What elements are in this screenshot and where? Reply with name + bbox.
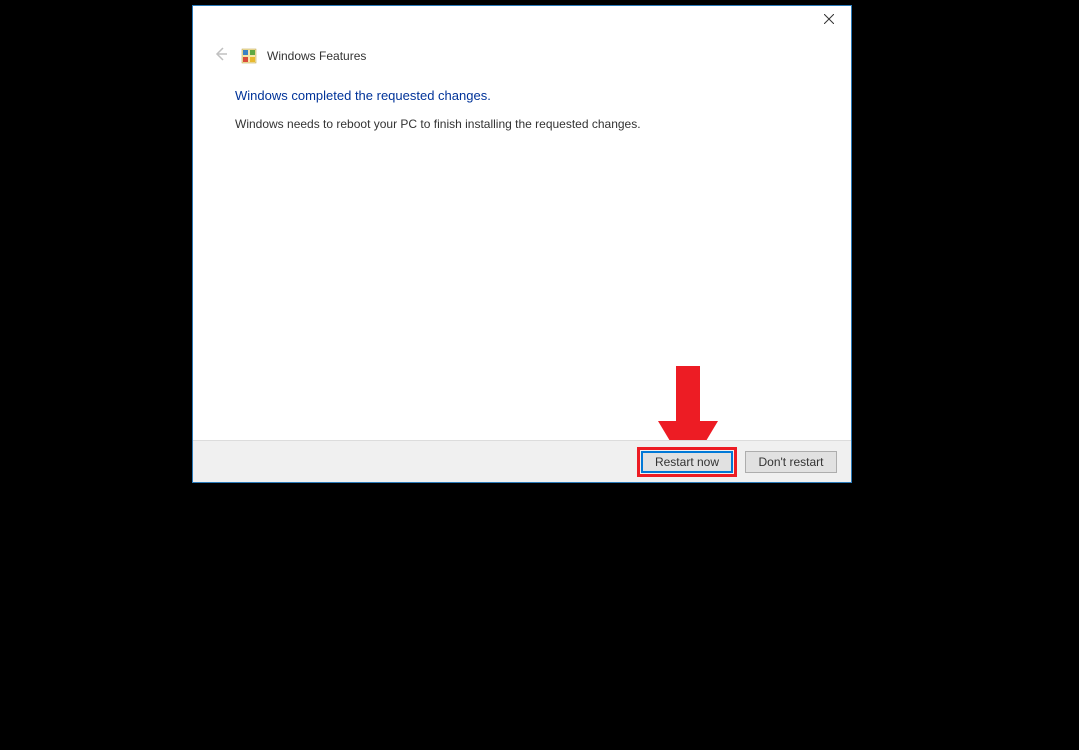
windows-features-dialog: Windows Features Windows completed the r… [192,5,852,483]
dialog-header: Windows Features [193,36,851,74]
restart-button-highlight: Restart now [637,447,737,477]
restart-now-button[interactable]: Restart now [641,451,733,473]
header-title: Windows Features [267,49,366,63]
dialog-footer: Restart now Don't restart [193,440,851,482]
back-button [211,46,231,66]
close-icon [824,11,834,29]
titlebar [193,6,851,36]
windows-features-icon [241,48,257,64]
dialog-content: Windows completed the requested changes.… [193,74,851,440]
close-button[interactable] [806,6,851,34]
back-arrow-icon [213,46,229,67]
completion-subtext: Windows needs to reboot your PC to finis… [235,117,809,131]
dont-restart-button[interactable]: Don't restart [745,451,837,473]
completion-heading: Windows completed the requested changes. [235,88,809,103]
